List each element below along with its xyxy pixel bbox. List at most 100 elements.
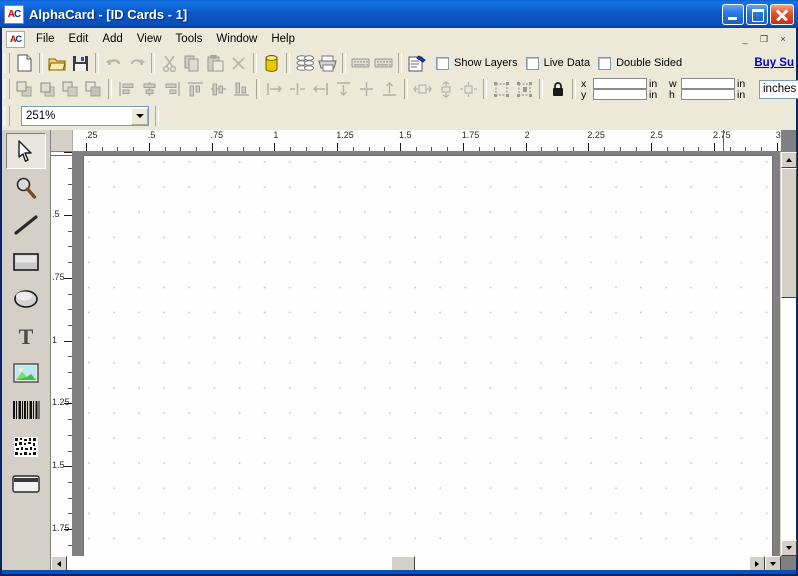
- encode-front-icon[interactable]: [349, 52, 372, 74]
- properties-icon[interactable]: [405, 52, 428, 74]
- buy-support-link[interactable]: Buy Su: [754, 57, 796, 69]
- size-same-icon[interactable]: [490, 78, 513, 100]
- canvas-workspace[interactable]: [73, 152, 781, 556]
- send-backward-icon[interactable]: [59, 78, 82, 100]
- distribute-horizontal-icon[interactable]: [355, 78, 378, 100]
- menu-bar: AC File Edit Add View Tools Window Help …: [2, 28, 796, 50]
- ruler-corner: [51, 130, 73, 152]
- vertical-scroll-thumb[interactable]: [781, 168, 797, 298]
- h-ruler-label: 1.75: [461, 130, 480, 140]
- menu-item-add[interactable]: Add: [95, 30, 129, 48]
- align-bottom-icon[interactable]: [230, 78, 253, 100]
- document-icon[interactable]: AC: [6, 30, 25, 48]
- magstripe-tool[interactable]: [6, 466, 46, 502]
- send-to-back-icon[interactable]: [82, 78, 105, 100]
- vertical-ruler[interactable]: .5 .75 1 1.25 1.5 1.75: [51, 152, 73, 556]
- cut-icon[interactable]: [158, 52, 181, 74]
- space-down-icon[interactable]: [434, 78, 457, 100]
- distribute-vertical-icon[interactable]: [332, 78, 355, 100]
- document-client-area: T .25.5.7511.251.51.7522.252.52.753inche…: [2, 130, 797, 572]
- margin-guide-line: [723, 130, 725, 151]
- undo-icon[interactable]: [102, 52, 125, 74]
- distribute-bottom-icon[interactable]: [378, 78, 401, 100]
- live-data-checkbox[interactable]: Live Data: [525, 56, 590, 70]
- zoom-tool[interactable]: [6, 170, 46, 206]
- mdi-minimize-button[interactable]: _: [736, 31, 754, 47]
- encode-back-icon[interactable]: [372, 52, 395, 74]
- menu-item-file[interactable]: File: [29, 30, 62, 48]
- paste-icon[interactable]: [204, 52, 227, 74]
- align-left-icon[interactable]: [115, 78, 138, 100]
- mdi-restore-button[interactable]: ❐: [755, 31, 773, 47]
- y-label: y: [581, 88, 587, 101]
- show-layers-checkbox[interactable]: Show Layers: [436, 56, 518, 70]
- card-design-page[interactable]: [83, 155, 773, 556]
- vertical-scrollbar[interactable]: [780, 152, 797, 556]
- double-sided-checkbox[interactable]: Double Sided: [598, 56, 683, 70]
- space-center-icon[interactable]: [286, 78, 309, 100]
- align-center-icon[interactable]: [138, 78, 161, 100]
- select-tool[interactable]: [6, 133, 46, 169]
- menu-item-tools[interactable]: Tools: [169, 30, 210, 48]
- space-left-icon[interactable]: [263, 78, 286, 100]
- main-toolbar: Show Layers Live Data Double Sided Buy S…: [2, 50, 796, 76]
- text-tool[interactable]: T: [6, 318, 46, 354]
- show-layers-box[interactable]: [436, 56, 449, 70]
- x-field[interactable]: [593, 78, 647, 89]
- copy-icon[interactable]: [181, 52, 204, 74]
- menu-item-help[interactable]: Help: [264, 30, 302, 48]
- line-tool[interactable]: [6, 207, 46, 243]
- redo-icon[interactable]: [125, 52, 148, 74]
- close-button[interactable]: [770, 3, 794, 25]
- space-across-icon[interactable]: [411, 78, 434, 100]
- database-icon[interactable]: [260, 52, 283, 74]
- rectangle-tool[interactable]: [6, 244, 46, 280]
- new-icon[interactable]: [13, 52, 36, 74]
- lock-icon[interactable]: [546, 78, 569, 100]
- live-data-box[interactable]: [525, 56, 539, 70]
- units-dropdown[interactable]: inches: [759, 79, 798, 99]
- bring-forward-icon[interactable]: [36, 78, 59, 100]
- records-icon[interactable]: [293, 52, 316, 74]
- zoom-toolbar-grip[interactable]: [4, 106, 10, 126]
- align-middle-icon[interactable]: [207, 78, 230, 100]
- horizontal-ruler[interactable]: .25 .5 .75 1 1.25 1.5 1.75 2 2.25 2.5 2.75 3inches: [51, 130, 781, 152]
- maximize-button[interactable]: [746, 3, 768, 25]
- barcode-2d-tool[interactable]: [6, 429, 46, 465]
- v-ruler-label: .5: [52, 209, 60, 219]
- space-even-icon[interactable]: [457, 78, 480, 100]
- app-logo-icon: AC: [4, 4, 24, 24]
- zoom-chevron-down-icon[interactable]: [131, 107, 148, 125]
- minimize-button[interactable]: [722, 3, 744, 25]
- h-field[interactable]: [681, 89, 735, 100]
- double-sided-box[interactable]: [598, 56, 612, 70]
- scroll-up-button[interactable]: [781, 152, 797, 168]
- mdi-close-button[interactable]: ×: [774, 31, 792, 47]
- barcode-tool[interactable]: [6, 392, 46, 428]
- double-sided-label: Double Sided: [616, 57, 683, 69]
- align-toolbar-grip[interactable]: [4, 79, 10, 99]
- menu-item-view[interactable]: View: [130, 30, 169, 48]
- ellipse-tool[interactable]: [6, 281, 46, 317]
- align-right-icon[interactable]: [161, 78, 184, 100]
- w-field[interactable]: [681, 78, 735, 89]
- window-controls: [722, 3, 794, 25]
- svg-text:T: T: [19, 324, 34, 348]
- delete-icon[interactable]: [227, 52, 250, 74]
- size-fit-icon[interactable]: [513, 78, 536, 100]
- v-ruler-label: 1: [52, 334, 58, 345]
- menu-item-edit[interactable]: Edit: [62, 30, 96, 48]
- scroll-down-button[interactable]: [781, 540, 797, 556]
- save-icon[interactable]: [69, 52, 92, 74]
- toolbar-grip[interactable]: [4, 53, 10, 73]
- print-icon[interactable]: [316, 52, 339, 74]
- image-tool[interactable]: [6, 355, 46, 391]
- open-icon[interactable]: [46, 52, 69, 74]
- y-field[interactable]: [593, 89, 647, 100]
- bring-to-front-icon[interactable]: [13, 78, 36, 100]
- menu-item-window[interactable]: Window: [209, 30, 264, 48]
- h-label: h: [669, 88, 675, 101]
- align-top-icon[interactable]: [184, 78, 207, 100]
- space-right-icon[interactable]: [309, 78, 332, 100]
- zoom-dropdown[interactable]: 251%: [21, 106, 149, 126]
